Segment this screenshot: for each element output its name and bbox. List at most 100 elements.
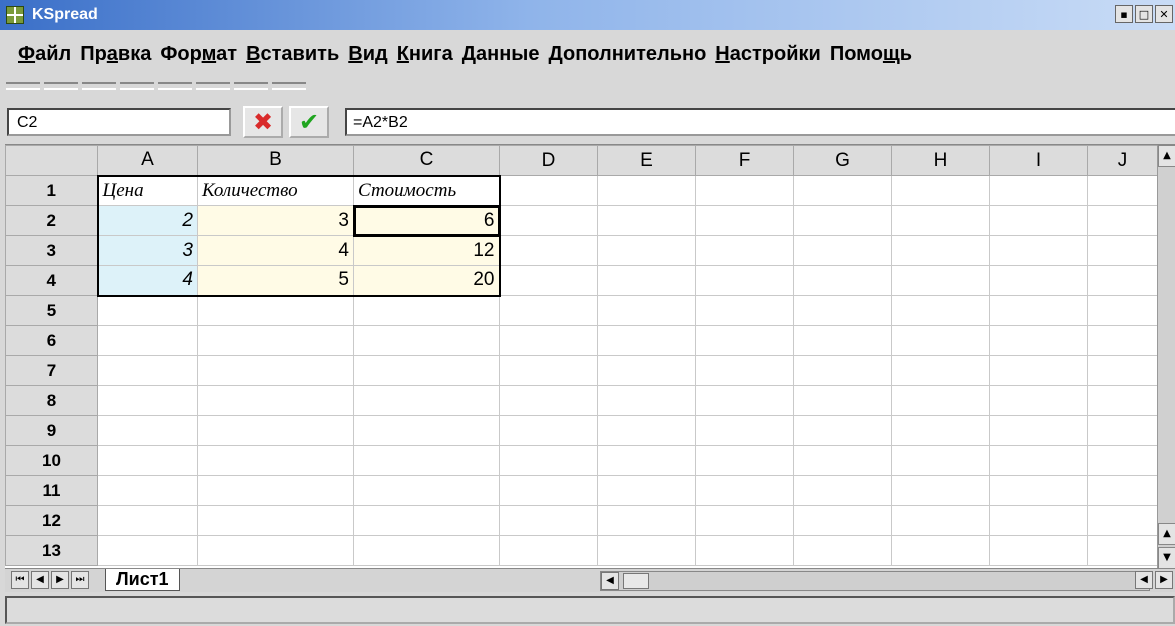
- cell-a2[interactable]: 2: [96, 205, 198, 236]
- toolbar-grip[interactable]: [272, 82, 306, 90]
- cell-d4[interactable]: [499, 265, 598, 296]
- cell-a9[interactable]: [97, 415, 198, 446]
- cell-j11[interactable]: [1087, 475, 1158, 506]
- menu-item-7[interactable]: Данные: [462, 43, 540, 66]
- horizontal-scrollbar[interactable]: ◀: [600, 571, 1150, 591]
- cell-d9[interactable]: [499, 415, 598, 446]
- cell-a13[interactable]: [97, 535, 198, 566]
- cell-g13[interactable]: [793, 535, 892, 566]
- cell-c13[interactable]: [353, 535, 500, 566]
- cell-e5[interactable]: [597, 295, 696, 326]
- cell-b8[interactable]: [197, 385, 354, 416]
- scroll-thumb[interactable]: [623, 573, 649, 589]
- cell-a4[interactable]: 4: [96, 265, 198, 297]
- cell-c12[interactable]: [353, 505, 500, 536]
- cell-h10[interactable]: [891, 445, 990, 476]
- row-header-4[interactable]: 4: [5, 265, 98, 296]
- column-header-j[interactable]: J: [1087, 145, 1158, 176]
- cell-a8[interactable]: [97, 385, 198, 416]
- cell-b10[interactable]: [197, 445, 354, 476]
- cell-c7[interactable]: [353, 355, 500, 386]
- row-header-7[interactable]: 7: [5, 355, 98, 386]
- cell-f4[interactable]: [695, 265, 794, 296]
- cell-f1[interactable]: [695, 175, 794, 206]
- column-header-e[interactable]: E: [597, 145, 696, 176]
- cell-j10[interactable]: [1087, 445, 1158, 476]
- cell-e11[interactable]: [597, 475, 696, 506]
- column-header-d[interactable]: D: [499, 145, 598, 176]
- cell-d2[interactable]: [499, 205, 598, 236]
- cell-j2[interactable]: [1087, 205, 1158, 236]
- cell-j4[interactable]: [1087, 265, 1158, 296]
- cell-i11[interactable]: [989, 475, 1088, 506]
- cell-j7[interactable]: [1087, 355, 1158, 386]
- cell-e8[interactable]: [597, 385, 696, 416]
- cell-d3[interactable]: [499, 235, 598, 266]
- cell-h5[interactable]: [891, 295, 990, 326]
- toolbar-grip[interactable]: [234, 82, 268, 90]
- vertical-scrollbar[interactable]: ▲ ▲ ▼: [1157, 145, 1175, 568]
- row-header-9[interactable]: 9: [5, 415, 98, 446]
- menu-item-10[interactable]: Помощь: [830, 43, 912, 66]
- cell-reference-field[interactable]: C2: [7, 108, 231, 136]
- prev-sheet-icon[interactable]: ◀: [31, 571, 49, 589]
- close-icon[interactable]: ✕: [1155, 5, 1173, 23]
- row-header-10[interactable]: 10: [5, 445, 98, 476]
- cell-g12[interactable]: [793, 505, 892, 536]
- cell-e12[interactable]: [597, 505, 696, 536]
- cell-a11[interactable]: [97, 475, 198, 506]
- cell-i7[interactable]: [989, 355, 1088, 386]
- cell-c4[interactable]: 20: [353, 265, 501, 297]
- cell-e4[interactable]: [597, 265, 696, 296]
- scroll-down-icon[interactable]: ▼: [1158, 547, 1175, 568]
- row-header-11[interactable]: 11: [5, 475, 98, 506]
- cell-c2[interactable]: 6: [352, 204, 501, 237]
- cell-j13[interactable]: [1087, 535, 1158, 566]
- row-header-5[interactable]: 5: [5, 295, 98, 326]
- cell-b9[interactable]: [197, 415, 354, 446]
- cell-j5[interactable]: [1087, 295, 1158, 326]
- cell-f9[interactable]: [695, 415, 794, 446]
- cell-g9[interactable]: [793, 415, 892, 446]
- first-sheet-icon[interactable]: ⏮: [11, 571, 29, 589]
- cell-f7[interactable]: [695, 355, 794, 386]
- cell-h9[interactable]: [891, 415, 990, 446]
- cell-g1[interactable]: [793, 175, 892, 206]
- cell-e9[interactable]: [597, 415, 696, 446]
- cell-i1[interactable]: [989, 175, 1088, 206]
- cell-h8[interactable]: [891, 385, 990, 416]
- cell-e2[interactable]: [597, 205, 696, 236]
- menu-item-9[interactable]: Настройки: [715, 43, 821, 66]
- cell-a6[interactable]: [97, 325, 198, 356]
- last-sheet-icon[interactable]: ⏭: [71, 571, 89, 589]
- cell-g10[interactable]: [793, 445, 892, 476]
- cell-b5[interactable]: [197, 295, 354, 326]
- cell-c11[interactable]: [353, 475, 500, 506]
- cell-d8[interactable]: [499, 385, 598, 416]
- menu-item-5[interactable]: Вид: [348, 43, 387, 66]
- cell-j8[interactable]: [1087, 385, 1158, 416]
- cancel-button[interactable]: ✖: [243, 106, 283, 138]
- cell-a3[interactable]: 3: [96, 235, 198, 266]
- cell-g2[interactable]: [793, 205, 892, 236]
- cell-a10[interactable]: [97, 445, 198, 476]
- cell-j3[interactable]: [1087, 235, 1158, 266]
- cell-h12[interactable]: [891, 505, 990, 536]
- cell-f10[interactable]: [695, 445, 794, 476]
- cell-d13[interactable]: [499, 535, 598, 566]
- cell-g4[interactable]: [793, 265, 892, 296]
- row-header-3[interactable]: 3: [5, 235, 98, 266]
- cell-f13[interactable]: [695, 535, 794, 566]
- toolbar-grip[interactable]: [82, 82, 116, 90]
- scroll-up-icon[interactable]: ▲: [1158, 145, 1175, 167]
- column-header-b[interactable]: B: [197, 145, 354, 176]
- cell-b7[interactable]: [197, 355, 354, 386]
- cell-e6[interactable]: [597, 325, 696, 356]
- cell-h1[interactable]: [891, 175, 990, 206]
- cell-i8[interactable]: [989, 385, 1088, 416]
- cell-e3[interactable]: [597, 235, 696, 266]
- cell-b4[interactable]: 5: [197, 265, 354, 297]
- cell-i3[interactable]: [989, 235, 1088, 266]
- cell-i5[interactable]: [989, 295, 1088, 326]
- cell-f2[interactable]: [695, 205, 794, 236]
